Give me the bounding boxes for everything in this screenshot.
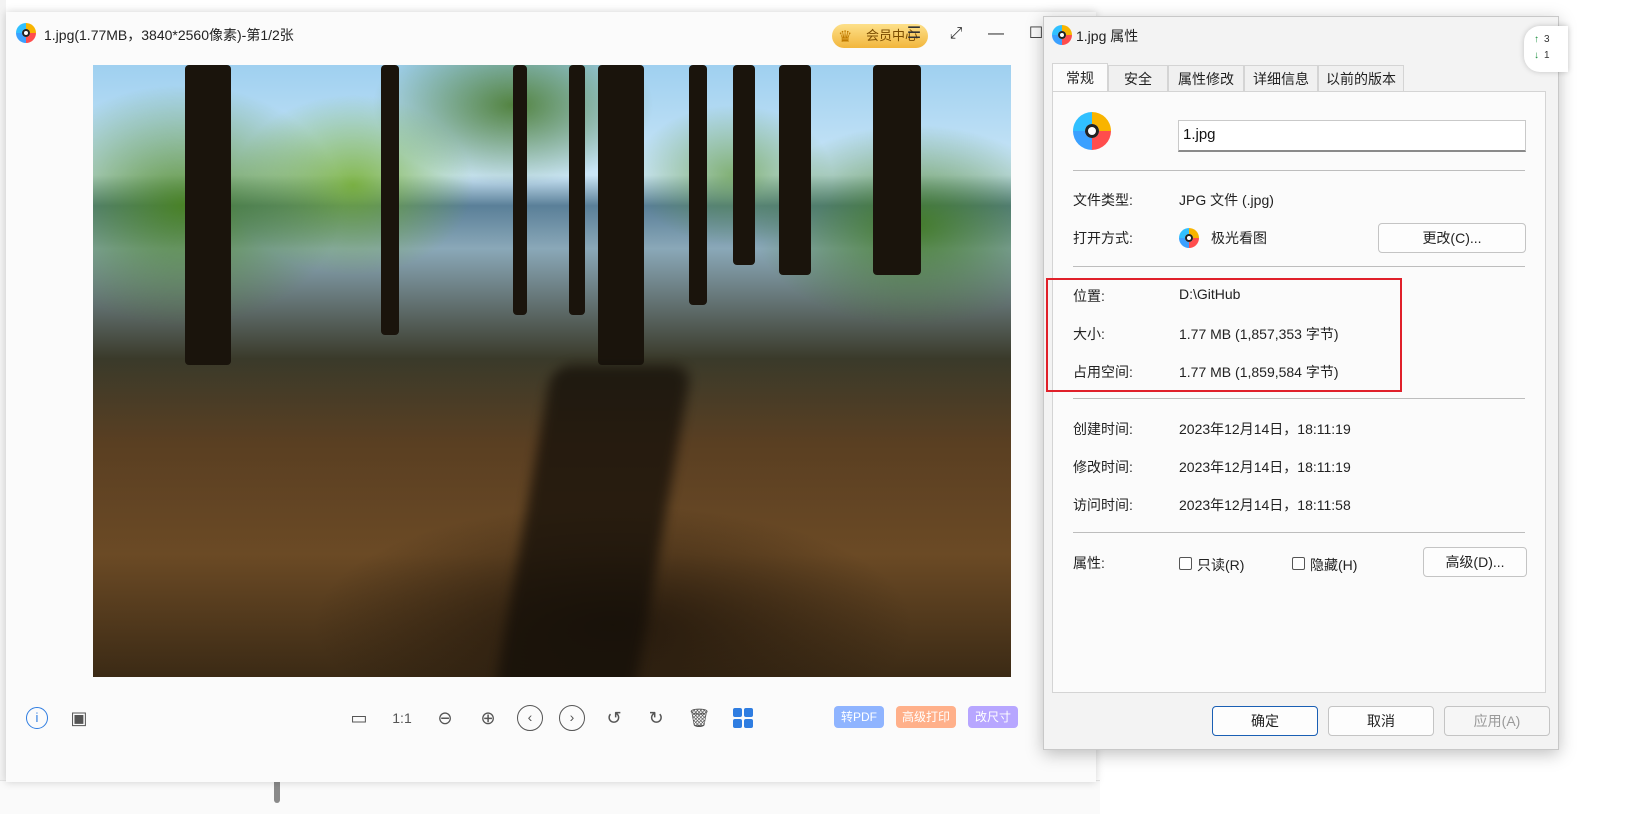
fullscreen-icon[interactable]: ⤢	[944, 24, 968, 44]
resize-button[interactable]: 改尺寸	[968, 706, 1018, 728]
created-value: 2023年12月14日，18:11:19	[1179, 421, 1351, 437]
zoom-out-icon[interactable]: ⊖	[432, 705, 458, 731]
file-icon	[1052, 25, 1072, 45]
ok-button[interactable]: 确定	[1212, 706, 1318, 736]
tab-general[interactable]: 常规	[1052, 63, 1108, 91]
minimize-icon[interactable]: —	[984, 24, 1008, 44]
photo-trunk	[598, 65, 644, 365]
photo-trunk	[689, 65, 707, 305]
open-with-value: 极光看图	[1211, 230, 1267, 246]
general-panel: 1.jpg 文件类型: JPG 文件 (.jpg) 打开方式: 极光看图 更改(…	[1052, 91, 1546, 693]
photo-trunk	[873, 65, 921, 275]
viewer-titlebar: 1.jpg(1.77MB，3840*2560像素)-第1/2张 ♛ 会员中心 ☰…	[6, 12, 1096, 54]
readonly-checkbox[interactable]	[1179, 557, 1192, 570]
apply-button[interactable]: 应用(A)	[1444, 706, 1550, 736]
divider	[1073, 398, 1525, 399]
divider	[1073, 266, 1525, 267]
tab-previous-versions[interactable]: 以前的版本	[1318, 65, 1404, 91]
hidden-checkbox[interactable]	[1292, 557, 1305, 570]
crown-icon: ♛	[838, 29, 853, 46]
tab-security[interactable]: 安全	[1108, 65, 1168, 91]
download-value: 1	[1544, 50, 1550, 61]
filename-input[interactable]: 1.jpg	[1178, 120, 1526, 152]
accessed-label: 访问时间:	[1073, 497, 1133, 513]
delete-icon[interactable]: 🗑	[686, 705, 712, 731]
menu-icon[interactable]: ☰	[902, 24, 926, 44]
photo-trunk	[779, 65, 811, 275]
divider	[1073, 170, 1525, 171]
actual-size-icon[interactable]: 1:1	[389, 705, 415, 731]
rotate-left-icon[interactable]: ↺	[601, 705, 627, 731]
rotate-right-icon[interactable]: ↻	[643, 705, 669, 731]
to-pdf-button[interactable]: 转PDF	[834, 706, 884, 728]
monitor-icon[interactable]: ▭	[346, 705, 372, 731]
image-gallery-icon[interactable]: ▣	[66, 705, 92, 731]
photo-shadow	[493, 365, 693, 677]
modified-value: 2023年12月14日，18:11:19	[1179, 459, 1351, 475]
change-button[interactable]: 更改(C)...	[1378, 223, 1526, 253]
file-type-value: JPG 文件 (.jpg)	[1179, 192, 1274, 208]
next-icon[interactable]: ›	[559, 705, 585, 731]
accessed-value: 2023年12月14日，18:11:58	[1179, 497, 1351, 513]
photo-canvas[interactable]	[93, 65, 1011, 677]
zoom-in-icon[interactable]: ⊕	[475, 705, 501, 731]
open-with-app-icon	[1179, 228, 1199, 248]
upload-arrow-icon: ↑	[1534, 34, 1539, 45]
photo-trunk	[381, 65, 399, 335]
advanced-print-button[interactable]: 高级打印	[896, 706, 956, 728]
dialog-title: 1.jpg 属性	[1076, 28, 1139, 44]
created-label: 创建时间:	[1073, 421, 1133, 437]
image-viewer-window: 1.jpg(1.77MB，3840*2560像素)-第1/2张 ♛ 会员中心 ☰…	[6, 12, 1096, 782]
background-window-bottom	[0, 777, 1100, 814]
tab-details[interactable]: 详细信息	[1244, 65, 1318, 91]
photo-trunk	[513, 65, 527, 315]
readonly-label: 只读(R)	[1197, 557, 1245, 573]
advanced-button[interactable]: 高级(D)...	[1423, 547, 1527, 577]
network-speed-widget[interactable]: ↑ 3 ↓ 1	[1524, 26, 1568, 72]
app-logo-icon	[16, 23, 36, 43]
photo-trunk	[569, 65, 585, 315]
file-type-label: 文件类型:	[1073, 192, 1133, 208]
upload-value: 3	[1544, 34, 1550, 45]
modified-label: 修改时间:	[1073, 459, 1133, 475]
apps-grid-icon[interactable]	[730, 705, 756, 731]
info-icon[interactable]: i	[24, 705, 50, 731]
tab-attribute-edit[interactable]: 属性修改	[1168, 65, 1244, 91]
file-type-icon	[1073, 112, 1111, 150]
cancel-button[interactable]: 取消	[1328, 706, 1434, 736]
attributes-label: 属性:	[1073, 555, 1105, 571]
open-with-label: 打开方式:	[1073, 230, 1133, 246]
highlight-box	[1046, 278, 1402, 392]
divider	[1073, 532, 1525, 533]
photo-trunk	[733, 65, 755, 265]
viewer-title: 1.jpg(1.77MB，3840*2560像素)-第1/2张	[44, 27, 294, 43]
previous-icon[interactable]: ‹	[517, 705, 543, 731]
download-arrow-icon: ↓	[1534, 50, 1539, 61]
hidden-label: 隐藏(H)	[1310, 557, 1358, 573]
photo-trunk	[185, 65, 231, 365]
